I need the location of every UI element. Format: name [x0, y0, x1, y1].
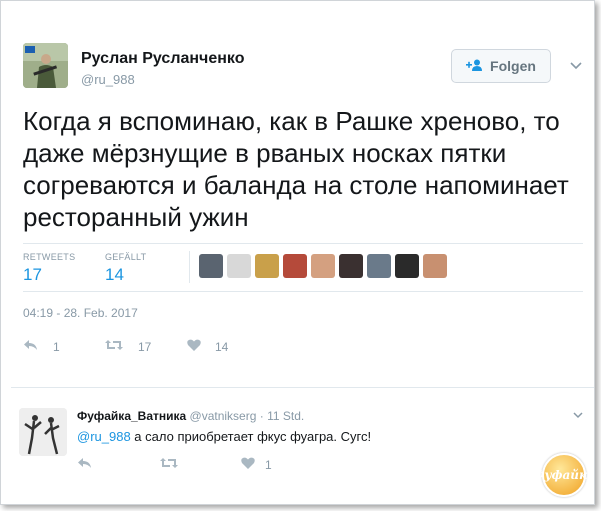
reply-icon — [77, 457, 93, 472]
liker-avatars — [199, 254, 447, 278]
heart-icon — [187, 338, 201, 356]
liker-avatar[interactable] — [367, 254, 391, 278]
heart-icon — [241, 457, 255, 472]
retweet-button[interactable]: 17 — [104, 338, 151, 356]
more-options-chevron-down-icon[interactable] — [570, 57, 582, 73]
author-name[interactable]: Руслан Русланченко — [81, 50, 244, 68]
reply-icon — [23, 338, 39, 356]
author-avatar[interactable] — [23, 43, 68, 88]
divider — [23, 291, 583, 292]
liker-avatar[interactable] — [227, 254, 251, 278]
liker-avatar[interactable] — [283, 254, 307, 278]
follow-label: Folgen — [490, 58, 536, 74]
reply-count: 1 — [53, 340, 60, 354]
like-button[interactable]: 14 — [187, 338, 228, 356]
follow-button[interactable]: Folgen — [451, 49, 551, 83]
retweet-count: 17 — [138, 340, 152, 354]
separator-dot: · — [259, 409, 264, 423]
reply-like-count: 1 — [265, 457, 272, 472]
author-handle[interactable]: @ru_988 — [81, 72, 135, 87]
reply-author-handle[interactable]: @vatnikserg — [190, 409, 257, 423]
reply-header: Фуфайка_Ватника @vatnikserg · 11 Std. — [77, 409, 304, 423]
liker-avatar[interactable] — [255, 254, 279, 278]
liker-avatar[interactable] — [395, 254, 419, 278]
like-count: 14 — [215, 340, 229, 354]
divider — [11, 387, 594, 388]
retweet-icon — [104, 338, 124, 356]
liker-avatar[interactable] — [311, 254, 335, 278]
reply-mention-link[interactable]: @ru_988 — [77, 429, 131, 444]
reply-more-chevron-down-icon[interactable] — [573, 408, 583, 422]
add-user-icon — [466, 58, 484, 74]
tweet-card: Руслан Русланченко @ru_988 Folgen Когда … — [0, 0, 595, 505]
tweet-text: Когда я вспоминаю, как в Рашке хреново, … — [23, 106, 569, 232]
reply-time[interactable]: 11 Std. — [267, 409, 304, 423]
retweets-count[interactable]: 17 — [23, 265, 42, 285]
retweet-icon — [159, 457, 179, 472]
tweet-timestamp[interactable]: 04:19 - 28. Feb. 2017 — [23, 306, 138, 320]
reply-body: а сало приобретает фкус фуагра. Сугс! — [130, 429, 372, 444]
reply-button[interactable]: 1 — [23, 338, 60, 356]
liker-avatar[interactable] — [339, 254, 363, 278]
reply-reply-button[interactable] — [77, 457, 93, 472]
reply-author-name[interactable]: Фуфайка_Ватника — [77, 409, 186, 423]
liker-avatar[interactable] — [423, 254, 447, 278]
divider — [189, 251, 190, 283]
reply-author-avatar[interactable] — [19, 408, 67, 456]
reply-text: @ru_988 а сало приобретает фкус фуагра. … — [77, 429, 371, 444]
reply-like-button[interactable]: 1 — [241, 457, 272, 472]
watermark-logo: Фуфайка — [533, 453, 595, 497]
retweets-label: RETWEETS — [23, 252, 76, 262]
divider — [23, 243, 583, 244]
likes-label: GEFÄLLT — [105, 252, 147, 262]
likes-count[interactable]: 14 — [105, 265, 124, 285]
liker-avatar[interactable] — [199, 254, 223, 278]
reply-retweet-button[interactable] — [159, 457, 179, 472]
